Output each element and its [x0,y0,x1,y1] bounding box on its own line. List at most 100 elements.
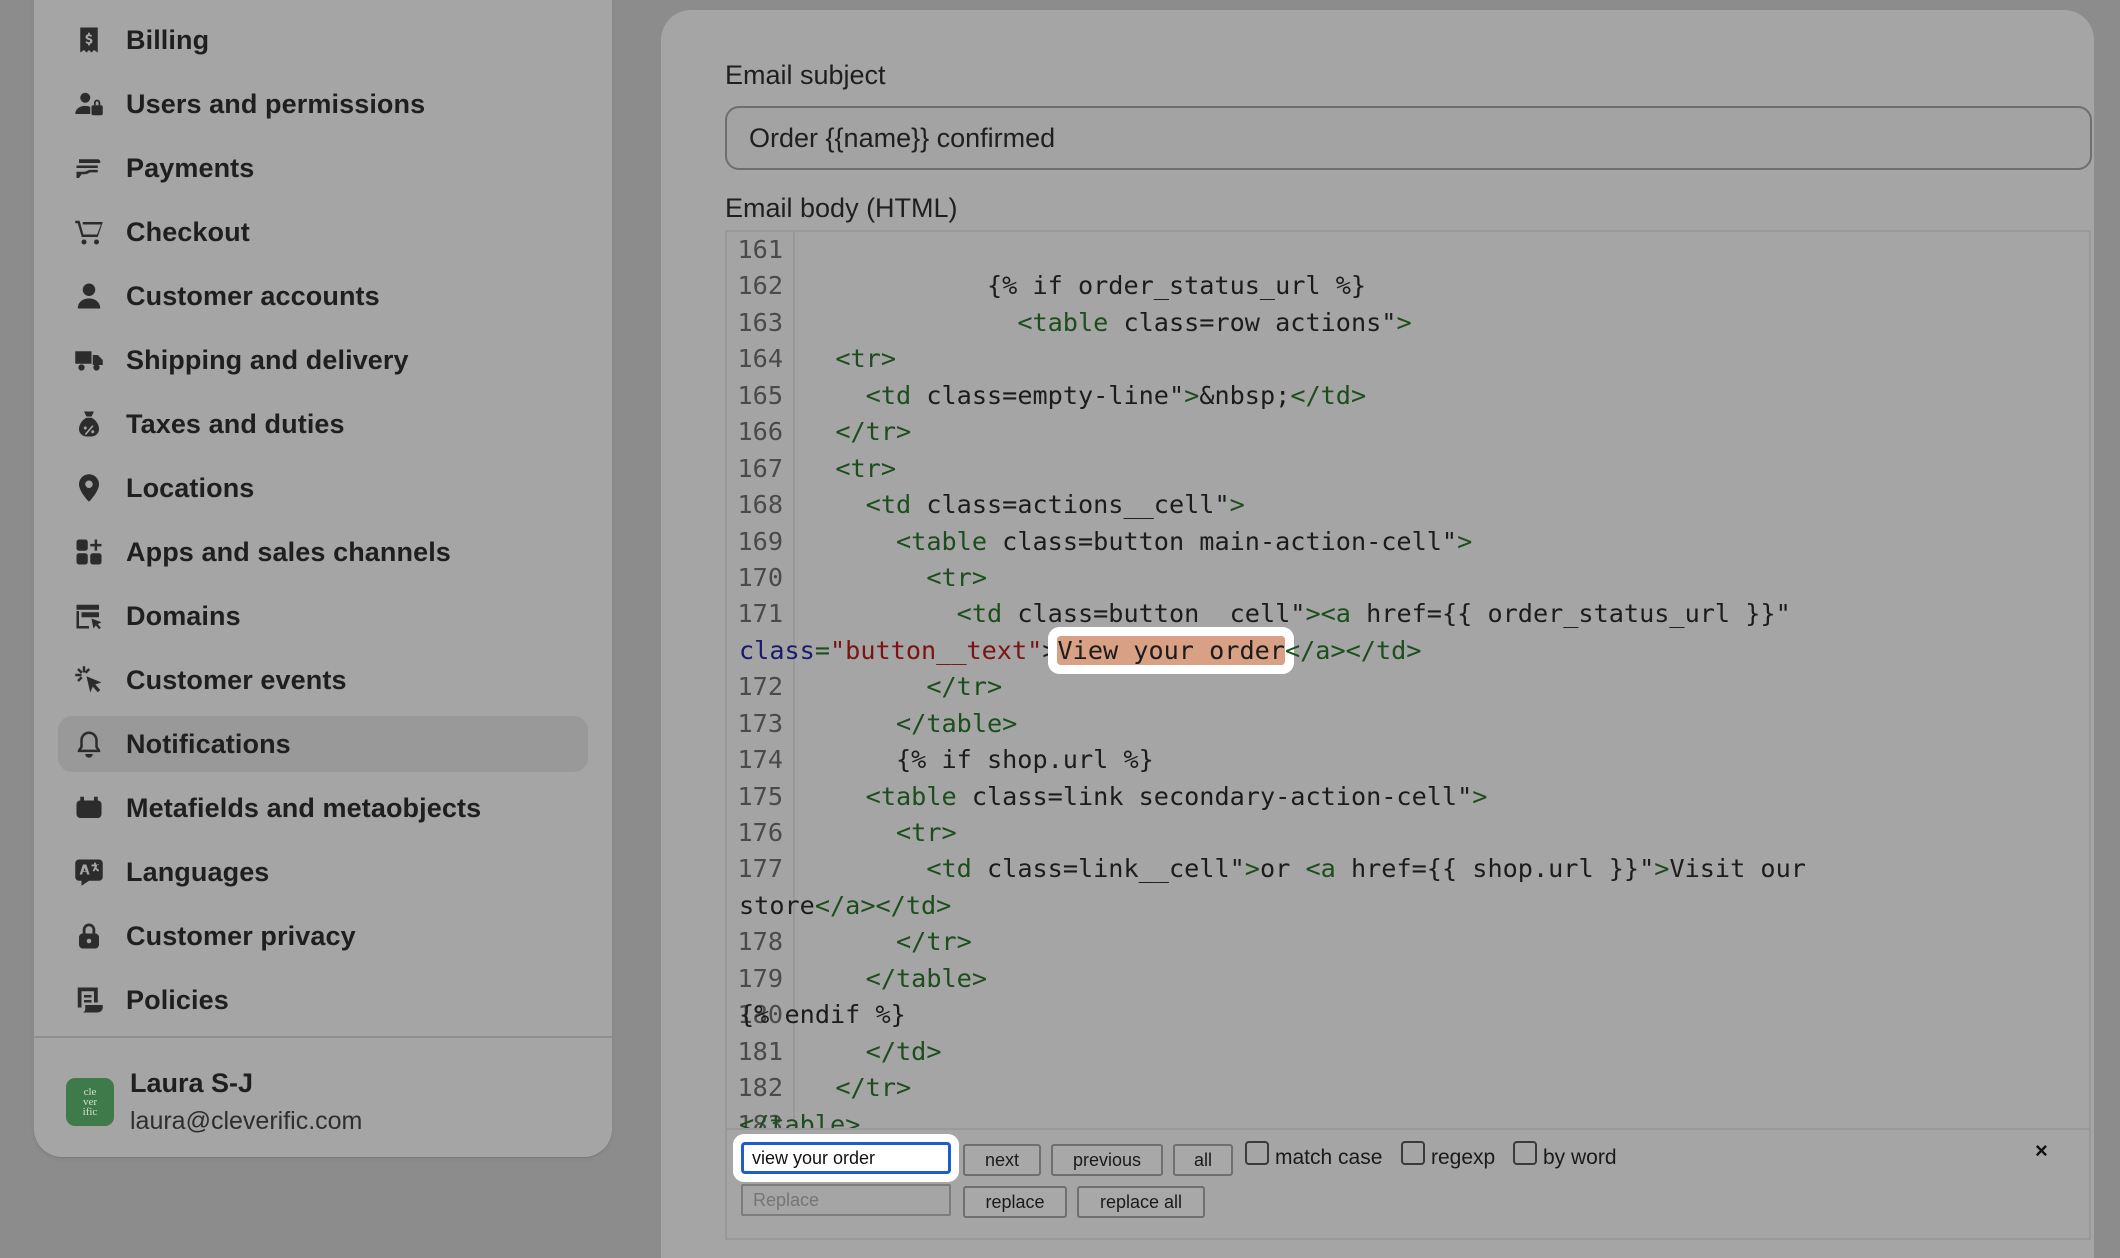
code-text: {% if order_status_url %} [805,271,1367,301]
close-icon[interactable]: × [2035,1138,2048,1164]
sidebar-item-domains[interactable]: Domains [58,588,588,644]
code-line: 176 <tr> [727,815,2089,851]
sidebar-item-metafields[interactable]: Metafields and metaobjects [58,780,588,836]
code-line: 164 <tr> [727,341,2089,377]
bell-icon [72,727,106,761]
find-next-button[interactable]: next [963,1144,1041,1176]
code-text: </table> [865,963,987,993]
find-input[interactable] [741,1142,951,1174]
line-number: 179 [737,963,784,993]
sidebar-item-customer-events[interactable]: Customer events [58,652,588,708]
sidebar-item-users[interactable]: Users and permissions [58,76,588,132]
code-text: <tr> [926,562,987,592]
code-text: <td class=link__cell">or <a href={{ shop… [926,854,1806,884]
sidebar-item-label: Users and permissions [126,88,426,119]
account-menu[interactable]: cle ver ific Laura S-J laura@cleverific.… [66,1068,362,1136]
by-word-checkbox[interactable]: by word [1513,1141,1617,1170]
line-number: 166 [737,417,784,447]
language-icon [72,855,106,889]
sidebar-item-customer-accounts[interactable]: Customer accounts [58,268,588,324]
sidebar-item-billing[interactable]: Billing [58,12,588,68]
sidebar-item-locations[interactable]: Locations [58,460,588,516]
sidebar-item-policies[interactable]: Policies [58,972,588,1028]
line-number: 175 [737,781,784,811]
code-editor[interactable]: 161 162 {% if order_status_url %} 163 <t… [725,230,2091,1240]
sidebar-item-label: Locations [126,472,255,503]
line-number: 173 [737,708,784,738]
find-previous-button[interactable]: previous [1051,1144,1163,1176]
code-text: <td class=actions__cell"> [865,490,1245,520]
search-match-highlight: View your order [1057,635,1285,665]
cursor-click-icon [72,663,106,697]
sidebar-item-label: Payments [126,152,255,183]
email-subject-label: Email subject [725,60,886,90]
user-name: Laura S-J [130,1068,254,1098]
code-line: 162 {% if order_status_url %} [727,268,2089,304]
line-number: 169 [737,526,784,556]
line-number: 171 [737,599,784,629]
sidebar-item-customer-privacy[interactable]: Customer privacy [58,908,588,964]
payments-icon [72,151,106,185]
code-text: {% if shop.url %} [805,745,1154,775]
sidebar-item-languages[interactable]: Languages [58,844,588,900]
sidebar-item-label: Shipping and delivery [126,344,409,375]
avatar: cle ver ific [66,1078,114,1126]
person-icon [72,279,106,313]
email-template-card: Email subject Order {{name}} confirmed E… [661,10,2094,1258]
code-line: 177 <td class=link__cell">or <a href={{ … [727,851,2089,887]
code-text: </table> [896,708,1018,738]
sidebar-item-apps[interactable]: Apps and sales channels [58,524,588,580]
code-line: 161 [727,232,2089,268]
replace-input[interactable] [741,1184,951,1216]
code-text: </tr> [835,1073,912,1103]
sidebar-item-label: Customer privacy [126,920,356,951]
sidebar-item-shipping[interactable]: Shipping and delivery [58,332,588,388]
email-subject-value: Order {{name}} confirmed [749,122,1056,153]
code-text: <table class=button main-action-cell"> [896,526,1473,556]
replace-all-button[interactable]: replace all [1077,1186,1205,1218]
checkbox-box[interactable] [1513,1141,1537,1165]
code-line: 168 <td class=actions__cell"> [727,487,2089,523]
line-number: 181 [737,1036,784,1066]
code-text: <table class=link secondary-action-cell"… [865,781,1488,811]
settings-nav: Billing Users and permissions Payments C… [58,12,588,1036]
regexp-checkbox[interactable]: regexp [1401,1141,1495,1170]
match-case-checkbox[interactable]: match case [1245,1141,1382,1170]
code-line-wrapped: class="button__text">View your order</a>… [727,633,2089,669]
sidebar-item-checkout[interactable]: Checkout [58,204,588,260]
tax-bag-icon [72,407,106,441]
code-line: 174 {% if shop.url %} [727,742,2089,778]
line-number: 172 [737,672,784,702]
code-line: 166 </tr> [727,414,2089,450]
cart-icon [72,215,106,249]
sidebar-item-label: Languages [126,856,270,887]
sidebar-item-label: Policies [126,984,229,1015]
code-text: <td class=empty-line">&nbsp;</td> [865,380,1367,410]
replace-button[interactable]: replace [963,1186,1067,1218]
code-text: </tr> [926,672,1003,702]
sidebar-divider [34,1036,612,1038]
code-text: <td class=button__cell"><a href={{ order… [956,599,1791,629]
sidebar-item-notifications[interactable]: Notifications [58,716,588,772]
by-word-label: by word [1543,1146,1617,1169]
sidebar-item-payments[interactable]: Payments [58,140,588,196]
sidebar-item-label: Taxes and duties [126,408,345,439]
line-number: 170 [737,562,784,592]
checkbox-box[interactable] [1245,1141,1269,1165]
code-line: 179 </table> [727,961,2089,997]
code-line: 181 </td> [727,1034,2089,1070]
email-subject-input[interactable]: Order {{name}} confirmed [725,106,2092,170]
code-text: <tr> [896,818,957,847]
sidebar-item-label: Customer accounts [126,280,380,311]
sidebar-item-taxes[interactable]: Taxes and duties [58,396,588,452]
checkbox-box[interactable] [1401,1141,1425,1165]
code-content[interactable]: 161 162 {% if order_status_url %} 163 <t… [727,232,2089,1139]
code-line: 171 <td class=button__cell"><a href={{ o… [727,596,2089,632]
code-text: </tr> [896,927,972,957]
line-number: 164 [737,344,784,374]
line-number: 162 [737,271,784,301]
location-pin-icon [72,471,106,505]
users-icon [72,87,106,121]
line-number: 163 [737,307,784,337]
find-all-button[interactable]: all [1173,1144,1233,1176]
